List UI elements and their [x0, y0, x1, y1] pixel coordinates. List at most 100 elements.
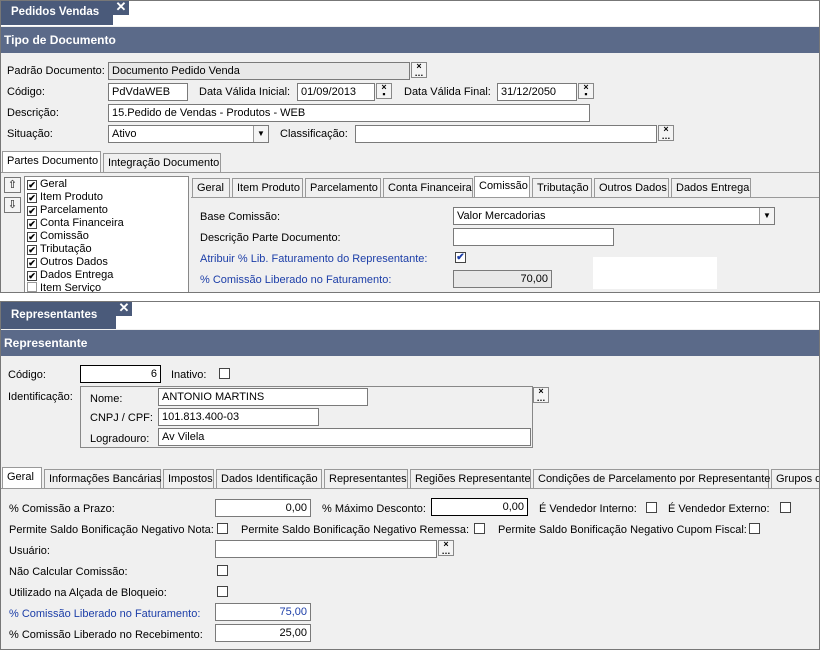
check-icon[interactable]: ✔	[27, 245, 37, 255]
calendar-icon[interactable]: × ▪	[376, 83, 392, 99]
comissao-faturamento-label: % Comissão Liberado no Faturamento:	[200, 274, 392, 286]
bonif-nota-checkbox[interactable]	[217, 523, 228, 534]
pedidos-vendas-window: Pedidos Vendas ✕ Tipo de Documento Padrã…	[0, 0, 820, 293]
nome-label: Nome:	[90, 393, 123, 405]
calendar-icon[interactable]: × ▪	[578, 83, 594, 99]
max-desconto-field[interactable]: 0,00	[431, 498, 528, 516]
logradouro-label: Logradouro:	[90, 433, 150, 445]
arrow-up-icon[interactable]: ⇧	[4, 177, 21, 193]
tab-baseline	[1, 488, 819, 489]
list-item[interactable]: ✔ Tributação	[25, 243, 188, 256]
tab-geral[interactable]: Geral	[192, 178, 230, 197]
list-item-label: Item Serviço	[40, 282, 102, 293]
close-icon[interactable]: ✕	[113, 1, 129, 15]
situacao-value: Ativo	[112, 128, 137, 140]
parts-list: ✔ Geral ✔ Item Produto ✔ Parcelamento ✔ Cont…	[24, 176, 189, 293]
tab-tributacao[interactable]: Tributação	[532, 178, 592, 197]
inativo-label: Inativo:	[171, 369, 207, 381]
tab-partes-documento[interactable]: Partes Documento	[2, 151, 101, 172]
data-final-field[interactable]: 31/12/2050	[497, 83, 577, 101]
window-tab-representantes[interactable]: Representantes	[1, 302, 116, 329]
list-item[interactable]: Item Serviço	[25, 282, 188, 293]
bonif-cupom-checkbox[interactable]	[749, 523, 760, 534]
situacao-select[interactable]: Ativo	[108, 125, 269, 143]
checkbox-empty-icon[interactable]	[27, 282, 37, 292]
arrow-down-icon[interactable]: ⇩	[4, 197, 21, 213]
logradouro-field[interactable]: Av Vilela	[158, 428, 531, 446]
classificacao-lookup-icon[interactable]: ×…	[658, 125, 674, 141]
tab-baseline	[1, 172, 819, 173]
check-icon[interactable]: ✔	[27, 271, 37, 281]
bonif-nota-label: Permite Saldo Bonificação Negativo Nota:	[9, 524, 214, 536]
list-item[interactable]: ✔ Outros Dados	[25, 256, 188, 269]
inativo-checkbox[interactable]	[219, 368, 230, 379]
check-icon[interactable]: ✔	[27, 180, 37, 190]
comissao-faturamento-field[interactable]: 70,00	[453, 270, 552, 288]
atribuir-label: Atribuir % Lib. Faturamento do Represent…	[200, 253, 428, 265]
check-icon[interactable]: ✔	[27, 258, 37, 268]
check-icon[interactable]: ✔	[27, 232, 37, 242]
check-icon[interactable]: ✔	[27, 193, 37, 203]
tab-dados-identificacao[interactable]: Dados Identificação	[216, 469, 322, 488]
classificacao-field[interactable]	[355, 125, 657, 143]
tab-parcelamento[interactable]: Parcelamento	[305, 178, 381, 197]
bonif-remessa-checkbox[interactable]	[474, 523, 485, 534]
codigo-field[interactable]: PdVdaWEB	[108, 83, 188, 101]
codigo-label: Código:	[8, 369, 46, 381]
identificacao-lookup-icon[interactable]: ×…	[533, 387, 549, 403]
atribuir-checkbox[interactable]: ✔	[455, 252, 466, 263]
chevron-down-icon[interactable]: ▼	[253, 126, 268, 142]
descricao-field[interactable]: 15.Pedido de Vendas - Produtos - WEB	[108, 104, 590, 122]
alcada-label: Utilizado na Alçada de Bloqueio:	[9, 587, 167, 599]
close-icon[interactable]: ✕	[116, 302, 132, 316]
cnpj-field[interactable]: 101.813.400-03	[158, 408, 319, 426]
comissao-prazo-field[interactable]: 0,00	[215, 499, 311, 517]
comissao-faturamento-field[interactable]: 75,00	[215, 603, 311, 621]
tab-representantes[interactable]: Representantes	[324, 469, 408, 488]
usuario-lookup-icon[interactable]: ×…	[438, 540, 454, 556]
list-item-label: Outros Dados	[40, 256, 108, 268]
alcada-checkbox[interactable]	[217, 586, 228, 597]
nao-calcular-checkbox[interactable]	[217, 565, 228, 576]
list-item[interactable]: ✔ Item Produto	[25, 191, 188, 204]
list-item[interactable]: ✔ Dados Entrega	[25, 269, 188, 282]
list-item[interactable]: ✔ Geral	[25, 178, 188, 191]
check-icon[interactable]: ✔	[27, 206, 37, 216]
padrao-documento-field[interactable]: Documento Pedido Venda	[108, 62, 410, 80]
tab-impostos[interactable]: Impostos	[163, 469, 214, 488]
tab-geral[interactable]: Geral	[2, 467, 42, 488]
vendedor-interno-checkbox[interactable]	[646, 502, 657, 513]
tab-integracao-documento[interactable]: Integração Documento	[103, 153, 221, 172]
vendedor-interno-label: É Vendedor Interno:	[539, 503, 637, 515]
tab-grupos[interactable]: Grupos de	[771, 469, 819, 488]
tab-dados-entrega[interactable]: Dados Entrega	[671, 178, 751, 197]
tab-outros-dados[interactable]: Outros Dados	[594, 178, 669, 197]
descricao-parte-label: Descrição Parte Documento:	[200, 232, 341, 244]
codigo-field[interactable]: 6	[80, 365, 161, 383]
section-header: Tipo de Documento	[1, 27, 819, 53]
descricao-parte-field[interactable]	[453, 228, 614, 246]
list-item[interactable]: ✔ Parcelamento	[25, 204, 188, 217]
bonif-remessa-label: Permite Saldo Bonificação Negativo Remes…	[241, 524, 470, 536]
check-icon[interactable]: ✔	[27, 219, 37, 229]
tab-item-produto[interactable]: Item Produto	[232, 178, 303, 197]
tab-regioes-representante[interactable]: Regiões Representante	[410, 469, 531, 488]
data-inicial-field[interactable]: 01/09/2013	[297, 83, 375, 101]
list-item[interactable]: ✔ Comissão	[25, 230, 188, 243]
window-tab-pedidos-vendas[interactable]: Pedidos Vendas	[1, 1, 113, 25]
representantes-window: Representantes ✕ Representante Código: 6…	[0, 301, 820, 650]
chevron-down-icon[interactable]: ▼	[759, 208, 774, 224]
tab-condicoes-parcelamento[interactable]: Condições de Parcelamento por Representa…	[533, 469, 770, 488]
list-item[interactable]: ✔ Conta Financeira	[25, 217, 188, 230]
tab-comissao[interactable]: Comissão	[474, 176, 530, 197]
tab-conta-financeira[interactable]: Conta Financeira	[383, 178, 473, 197]
data-inicial-label: Data Válida Inicial:	[199, 86, 291, 98]
base-comissao-select[interactable]: Valor Mercadorias	[453, 207, 775, 225]
nome-field[interactable]: ANTONIO MARTINS	[158, 388, 368, 406]
tab-informacoes-bancarias[interactable]: Informações Bancárias	[44, 469, 162, 488]
classificacao-label: Classificação:	[280, 128, 348, 140]
vendedor-externo-checkbox[interactable]	[780, 502, 791, 513]
usuario-field[interactable]	[215, 540, 437, 558]
comissao-recebimento-field[interactable]: 25,00	[215, 624, 311, 642]
padrao-lookup-icon[interactable]: ×…	[411, 62, 427, 78]
